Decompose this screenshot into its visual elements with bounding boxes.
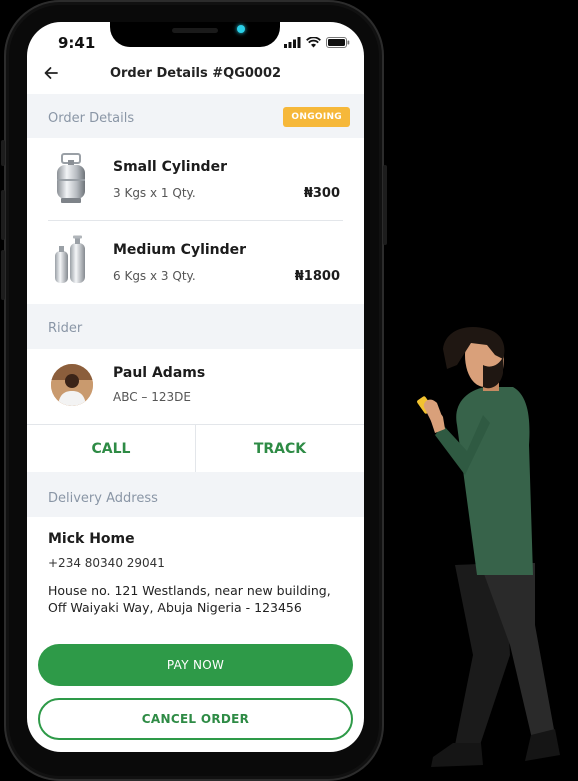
app-screen: 9:41 Order Details #QG0002 Order Details… xyxy=(27,22,364,752)
app-header: Order Details #QG0002 xyxy=(27,62,364,94)
page-title: Order Details #QG0002 xyxy=(109,66,282,81)
speaker-grille xyxy=(172,28,218,33)
track-button[interactable]: TRACK xyxy=(195,425,364,472)
rider-avatar xyxy=(51,364,93,406)
status-icons xyxy=(284,37,350,48)
phone-power-button xyxy=(383,165,387,245)
phone-mute-switch xyxy=(1,140,5,166)
item-name: Medium Cylinder xyxy=(113,242,247,258)
rider-plate: ABC – 123DE xyxy=(113,390,191,404)
address-phone: +234 80340 29041 xyxy=(48,556,165,570)
call-button[interactable]: CALL xyxy=(27,425,195,472)
phone-volume-up xyxy=(1,190,5,240)
order-details-section-header: Order Details ONGOING xyxy=(27,94,364,138)
signal-icon xyxy=(284,37,301,48)
order-item: Small Cylinder 3 Kgs x 1 Qty. ₦300 xyxy=(27,138,364,220)
item-name: Small Cylinder xyxy=(113,159,227,175)
front-camera-icon xyxy=(237,25,245,33)
address-line-2: Off Waiyaki Way, Abuja Nigeria - 123456 xyxy=(48,600,302,615)
phone-notch xyxy=(110,22,280,47)
item-price: ₦1800 xyxy=(294,269,340,284)
status-time: 9:41 xyxy=(58,34,96,52)
phone-volume-down xyxy=(1,250,5,300)
item-quantity: 6 Kgs x 3 Qty. xyxy=(113,269,196,283)
item-price: ₦300 xyxy=(303,186,340,201)
medium-cylinder-icon xyxy=(55,235,85,283)
battery-icon xyxy=(326,37,350,48)
rider-section-header: Rider xyxy=(27,304,364,349)
wifi-icon xyxy=(306,37,321,48)
rider-label: Rider xyxy=(48,321,83,336)
status-badge: ONGOING xyxy=(283,107,350,127)
pay-now-button[interactable]: PAY NOW xyxy=(38,644,353,686)
phone-frame: 9:41 Order Details #QG0002 Order Details… xyxy=(1,0,387,781)
address-line-1: House no. 121 Westlands, near new buildi… xyxy=(48,583,331,598)
avatar-image xyxy=(51,364,93,406)
rider-name: Paul Adams xyxy=(113,365,206,381)
order-details-label: Order Details xyxy=(48,111,135,126)
rider-card: Paul Adams ABC – 123DE xyxy=(27,349,364,424)
rider-actions: CALL TRACK xyxy=(27,424,364,472)
order-item: Medium Cylinder 6 Kgs x 3 Qty. ₦1800 xyxy=(27,221,364,303)
person-illustration xyxy=(417,327,560,767)
cancel-order-button[interactable]: CANCEL ORDER xyxy=(38,698,353,740)
delivery-address-label: Delivery Address xyxy=(48,491,158,506)
address-name: Mick Home xyxy=(48,531,135,547)
item-quantity: 3 Kgs x 1 Qty. xyxy=(113,186,196,200)
small-cylinder-icon xyxy=(57,153,85,203)
delivery-address-section-header: Delivery Address xyxy=(27,472,364,517)
